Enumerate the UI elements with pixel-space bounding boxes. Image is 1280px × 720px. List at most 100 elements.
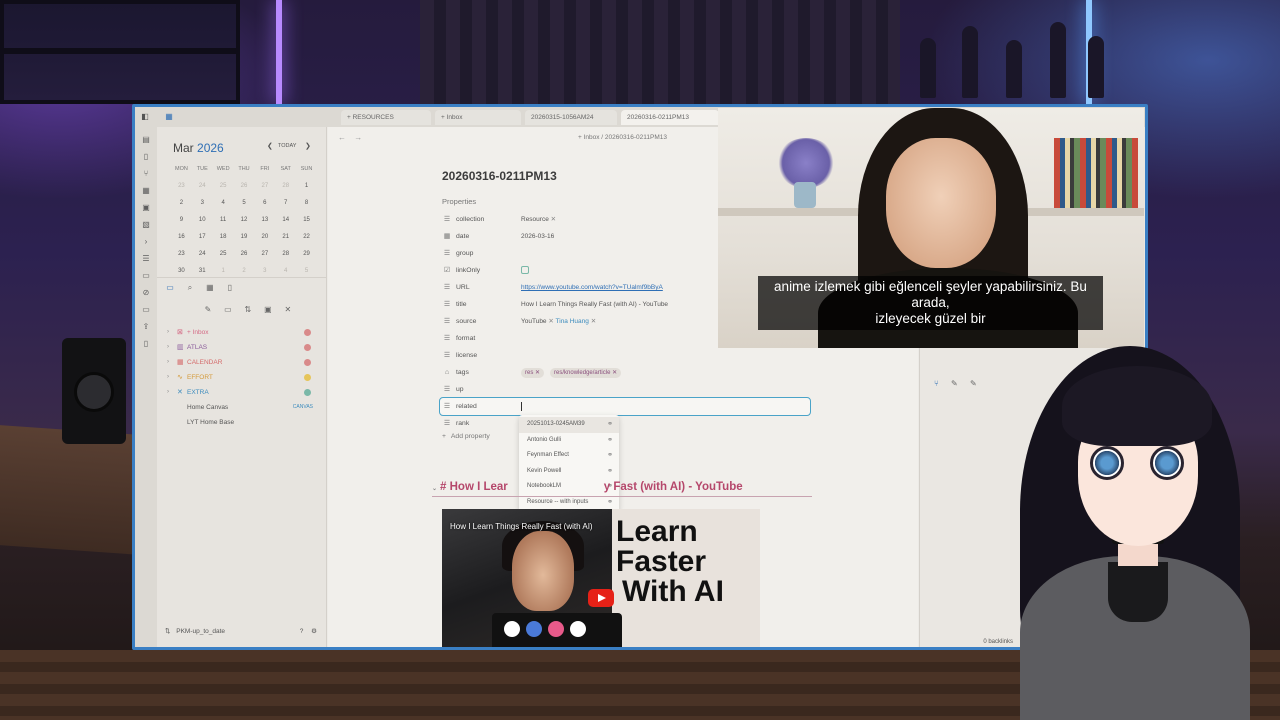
calendar-day[interactable]: 28 — [275, 180, 296, 192]
calendar-day[interactable]: 3 — [254, 265, 275, 277]
property-related[interactable]: ☰ related — [439, 397, 811, 416]
chevron-down-icon[interactable]: ⌄ — [432, 486, 437, 492]
remove-chip-icon[interactable]: ✕ — [548, 318, 553, 325]
url-link[interactable]: https://www.youtube.com/watch?v=TUalmf9b… — [521, 279, 663, 296]
calendar-day[interactable]: 24 — [192, 180, 213, 192]
tree-item-lyt-home-base[interactable]: LYT Home Base — [165, 415, 321, 430]
calendar-day[interactable]: 8 — [296, 197, 317, 209]
sort-icon[interactable]: ⇅ — [243, 305, 253, 314]
chevron-left-icon[interactable]: ❮ — [267, 142, 273, 150]
calendar-day[interactable]: 2 — [234, 265, 255, 277]
linkonly-checkbox[interactable] — [521, 266, 529, 275]
property-value[interactable]: How I Learn Things Really Fast (with AI)… — [521, 296, 668, 313]
pen-icon[interactable]: ✎ — [951, 379, 958, 388]
new-note-icon[interactable]: ✎ — [203, 305, 213, 314]
calendar-day[interactable]: 21 — [275, 231, 296, 243]
calendar-day[interactable]: 23 — [171, 248, 192, 260]
properties-heading[interactable]: Properties — [442, 197, 476, 206]
calendar-day[interactable]: 20 — [254, 231, 275, 243]
property-value[interactable]: Resource ✕ — [521, 211, 556, 228]
calendar-day[interactable]: 15 — [296, 214, 317, 226]
sidebar-toggle-icon[interactable]: ◧ — [139, 111, 151, 123]
calendar-day[interactable]: 4 — [275, 265, 296, 277]
suggestion-item[interactable]: Kevin Powell ⚭ — [519, 464, 619, 480]
property-tags[interactable]: ⌂ tags res ✕ res/knowledge/article ✕ — [440, 364, 810, 381]
document-icon[interactable]: ▯ — [141, 152, 151, 162]
calendar-day[interactable]: 23 — [171, 180, 192, 192]
today-button[interactable]: TODAY — [278, 143, 296, 149]
note-title[interactable]: 20260316-0211PM13 — [442, 169, 557, 183]
tag-chip[interactable]: res/knowledge/article ✕ — [550, 368, 622, 378]
calendar-day[interactable]: 5 — [234, 197, 255, 209]
forward-arrow-icon[interactable]: → — [354, 133, 362, 142]
folder-icon[interactable]: ▭ — [165, 283, 175, 292]
calendar-day[interactable]: 10 — [192, 214, 213, 226]
workspace-icon[interactable]: ▭ — [141, 271, 151, 281]
tag-chip[interactable]: res ✕ — [521, 368, 545, 378]
tab-resources[interactable]: + RESOURCES — [341, 110, 431, 125]
suggestion-item[interactable]: Antonio Gulli ⚭ — [519, 433, 619, 449]
tree-item-inbox[interactable]: › ⊠ + Inbox — [165, 325, 321, 340]
calendar-day[interactable]: 11 — [213, 214, 234, 226]
graph-icon[interactable]: ⑂ — [934, 379, 939, 388]
calendar-day[interactable]: 29 — [296, 248, 317, 260]
terminal-icon[interactable]: › — [141, 237, 151, 247]
calendar-day[interactable]: 2 — [171, 197, 192, 209]
tab-note-0315[interactable]: 20260315-1056AM24 — [525, 110, 617, 125]
calendar-day[interactable]: 25 — [213, 248, 234, 260]
calendar-day[interactable]: 30 — [171, 265, 192, 277]
property-rank[interactable]: ☰ rank — [440, 415, 810, 432]
tab-inbox[interactable]: + Inbox — [435, 110, 521, 125]
file-icon[interactable]: ▯ — [225, 283, 235, 292]
note-heading[interactable]: ⌄ # How I Lear y Fast (with AI) - YouTube — [432, 481, 812, 497]
slides-icon[interactable]: ▭ — [141, 305, 151, 315]
related-input[interactable] — [521, 398, 522, 415]
daily-note-icon[interactable]: ▣ — [141, 203, 151, 213]
tree-item-effort[interactable]: › ∿ EFFORT — [165, 370, 321, 385]
back-arrow-icon[interactable]: ← — [338, 133, 346, 142]
open-quick-switcher-icon[interactable]: ▤ — [141, 135, 151, 145]
graph-icon[interactable]: ⑂ — [141, 169, 151, 179]
calendar-day[interactable]: 26 — [234, 248, 255, 260]
calendar-day[interactable]: 16 — [171, 231, 192, 243]
calendar-day[interactable]: 17 — [192, 231, 213, 243]
calendar-day[interactable]: 12 — [234, 214, 255, 226]
calendar-day[interactable]: 25 — [213, 180, 234, 192]
calendar-day[interactable]: 26 — [234, 180, 255, 192]
calendar-day[interactable]: 18 — [213, 231, 234, 243]
calendar-day[interactable]: 19 — [234, 231, 255, 243]
chevron-right-icon[interactable]: ❯ — [305, 142, 311, 150]
suggestion-item[interactable]: 20251013-0245AM39 ⚭ — [519, 417, 619, 433]
tree-item-calendar[interactable]: › ▦ CALENDAR — [165, 355, 321, 370]
calendar-day[interactable]: 28 — [275, 248, 296, 260]
youtube-play-icon[interactable] — [588, 589, 614, 607]
tab-note-0316[interactable]: 20260316-0211PM13 — [621, 110, 719, 125]
remove-chip-icon[interactable]: ✕ — [551, 216, 556, 223]
calendar-day[interactable]: 13 — [254, 214, 275, 226]
calendar-day[interactable]: 3 — [192, 197, 213, 209]
breadcrumb[interactable]: + Inbox / 20260316-0211PM13 — [578, 134, 667, 141]
calendar-day[interactable]: 9 — [171, 214, 192, 226]
upload-icon[interactable]: ⇪ — [141, 322, 151, 332]
property-license[interactable]: ☰ license — [440, 347, 810, 364]
calendar-day[interactable]: 5 — [296, 265, 317, 277]
calendar-day[interactable]: 14 — [275, 214, 296, 226]
new-folder-icon[interactable]: ▭ — [223, 305, 233, 314]
calendar-day[interactable]: 24 — [192, 248, 213, 260]
calendar-day[interactable]: 22 — [296, 231, 317, 243]
calendar-day[interactable]: 1 — [296, 180, 317, 192]
bookmarks-icon[interactable]: ☰ — [141, 254, 151, 264]
tree-item-home-canvas[interactable]: Home Canvas CANVAS — [165, 400, 321, 415]
remove-chip-icon[interactable]: ✕ — [591, 318, 596, 325]
help-icon[interactable]: ? — [300, 628, 304, 635]
property-value[interactable] — [521, 262, 529, 279]
add-property-button[interactable]: + Add property — [442, 433, 490, 440]
calendar-day[interactable]: 4 — [213, 197, 234, 209]
publish-icon[interactable]: ⊘ — [141, 288, 151, 298]
calendar-day[interactable]: 27 — [254, 248, 275, 260]
note-icon[interactable]: ▯ — [141, 339, 151, 349]
templates-icon[interactable]: ▧ — [141, 220, 151, 230]
property-value[interactable]: YouTube ✕ Tina Huang ✕ — [521, 313, 596, 330]
youtube-embed[interactable]: How I Learn Things Really Fast (with AI)… — [442, 509, 760, 647]
calendar-day[interactable]: 1 — [213, 265, 234, 277]
